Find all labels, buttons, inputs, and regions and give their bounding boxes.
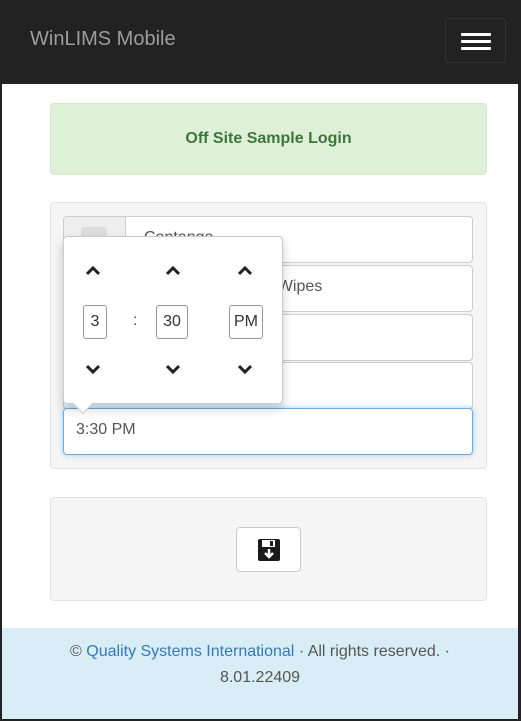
version-text: 8.01.22409	[219, 669, 301, 686]
hour-input[interactable]: 3	[83, 305, 107, 339]
footer-line: © Quality Systems International · All ri…	[2, 639, 518, 665]
chevron-up-icon	[86, 266, 100, 276]
time-input-value: 3:30 PM	[76, 421, 136, 438]
minute-value: 30	[163, 313, 181, 330]
page-title-alert: Off Site Sample Login	[50, 103, 487, 175]
hour-increment-button[interactable]	[77, 259, 109, 283]
rights-text: · All rights reserved. ·	[298, 643, 450, 660]
minute-increment-button[interactable]	[157, 259, 189, 283]
hour-value: 3	[90, 313, 100, 330]
chevron-down-icon	[86, 364, 100, 374]
navbar: WinLIMS Mobile	[0, 0, 521, 84]
chevron-up-icon	[166, 266, 180, 276]
copyright-symbol: ©	[70, 643, 82, 660]
chevron-down-icon	[166, 364, 180, 374]
meridian-value: PM	[234, 313, 258, 330]
brand-title[interactable]: WinLIMS Mobile	[30, 28, 176, 51]
save-button[interactable]	[236, 527, 301, 572]
time-input[interactable]: 3:30 PM	[63, 408, 473, 455]
chevron-up-icon	[238, 266, 252, 276]
meridian-increment-button[interactable]	[229, 259, 261, 283]
meridian-input[interactable]: PM	[229, 305, 263, 339]
minute-input[interactable]: 30	[156, 305, 188, 339]
hour-decrement-button[interactable]	[77, 357, 109, 381]
menu-toggle-button[interactable]	[445, 18, 506, 63]
page-title: Off Site Sample Login	[185, 130, 352, 147]
save-icon	[257, 538, 280, 561]
minute-decrement-button[interactable]	[157, 357, 189, 381]
footer: © Quality Systems International · All ri…	[2, 628, 518, 719]
time-separator: :	[133, 312, 138, 329]
company-link[interactable]: Quality Systems International	[86, 643, 294, 660]
time-picker-popup: 3 : 30 PM	[63, 236, 283, 414]
meridian-decrement-button[interactable]	[229, 357, 261, 381]
chevron-down-icon	[238, 364, 252, 374]
